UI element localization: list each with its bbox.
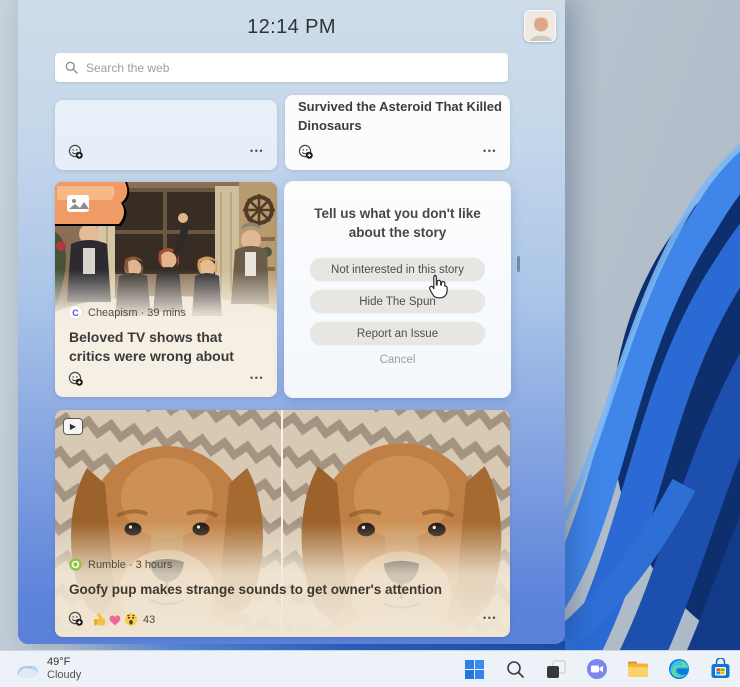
add-reaction-button[interactable] — [298, 144, 314, 160]
add-reaction-icon — [68, 371, 84, 387]
source-row: C Cheapism · 39 mins — [69, 306, 186, 319]
widgets-panel: 12:14 PM ••• — [18, 0, 565, 644]
taskbar-weather-widget[interactable]: 49°F Cloudy — [10, 654, 85, 684]
wallpaper-bloom — [552, 143, 740, 655]
play-glyph: ▶ — [69, 422, 77, 431]
weather-temperature: 49°F — [47, 656, 71, 668]
card-headline: Survived the Asteroid That Killed Dinosa… — [298, 99, 502, 133]
task-view-icon — [547, 660, 566, 678]
add-reaction-icon — [298, 144, 314, 160]
start-button[interactable] — [462, 657, 486, 681]
taskbar-icon-row — [462, 657, 732, 681]
more-options-button[interactable]: ••• — [250, 146, 264, 156]
source-label: Rumble · 3 hours — [88, 558, 173, 571]
taskbar: 49°F Cloudy — [0, 650, 740, 687]
feed-scrollbar[interactable] — [517, 256, 520, 272]
windows-start-icon — [464, 659, 484, 679]
reaction-count: 43 — [143, 613, 156, 626]
thumbnail-fade — [55, 270, 277, 332]
add-reaction-button[interactable] — [68, 144, 84, 160]
search-input[interactable] — [86, 60, 498, 75]
add-reaction-icon — [68, 611, 84, 627]
chat-icon — [587, 659, 607, 679]
more-options-button[interactable]: ••• — [483, 146, 497, 156]
search-icon — [506, 660, 524, 678]
not-interested-button[interactable]: Not interested in this story — [310, 258, 485, 281]
web-search-bar[interactable] — [55, 53, 508, 82]
taskbar-search-button[interactable] — [503, 657, 527, 681]
avatar-face-icon — [525, 11, 555, 41]
source-label: Cheapism · 39 mins — [88, 306, 186, 319]
add-reaction-button[interactable] — [68, 611, 84, 627]
user-avatar[interactable] — [524, 10, 556, 42]
more-options-button[interactable]: ••• — [250, 373, 264, 383]
card-headline: Beloved TV shows that critics were wrong… — [69, 329, 234, 364]
task-view-button[interactable] — [544, 657, 568, 681]
reaction-row: ••• — [285, 144, 510, 162]
more-options-button[interactable]: ••• — [483, 613, 497, 623]
cancel-button[interactable]: Cancel — [285, 354, 510, 366]
news-card-asteroid[interactable]: Survived the Asteroid That Killed Dinosa… — [285, 95, 510, 170]
reaction-summary[interactable]: 43 — [93, 612, 155, 627]
cheapism-logo-icon: C — [69, 306, 82, 319]
card-headline: Goofy pup makes strange sounds to get ow… — [69, 582, 443, 597]
rumble-logo-icon — [69, 558, 82, 571]
news-card-partial[interactable]: ••• — [55, 100, 277, 170]
reaction-row: ••• — [55, 371, 277, 389]
search-icon — [65, 61, 78, 74]
story-feedback-card: Tell us what you don't like about the st… — [285, 182, 510, 397]
reaction-row: 43 ••• — [55, 611, 510, 629]
source-row: Rumble · 3 hours — [69, 558, 172, 571]
chat-button[interactable] — [585, 657, 609, 681]
desktop: 12:14 PM ••• — [0, 0, 740, 687]
panel-clock: 12:14 PM — [247, 16, 336, 38]
video-play-icon: ▶ — [63, 418, 83, 435]
cloudy-weather-icon — [17, 665, 38, 678]
news-card-dog-video[interactable]: ▶ Rumble · 3 hours Goofy pup makes stran… — [55, 410, 510, 637]
edge-icon — [669, 659, 689, 679]
feedback-title: Tell us what you don't like about the st… — [314, 206, 481, 240]
news-card-tv-shows[interactable]: C Cheapism · 39 mins Beloved TV shows th… — [55, 182, 277, 397]
reaction-row: ••• — [55, 144, 277, 162]
edge-button[interactable] — [667, 657, 691, 681]
microsoft-store-icon — [711, 658, 729, 678]
add-reaction-icon — [68, 144, 84, 160]
file-explorer-button[interactable] — [626, 657, 650, 681]
report-issue-button[interactable]: Report an Issue — [310, 322, 485, 345]
weather-condition: Cloudy — [47, 669, 82, 681]
reaction-emojis-icon — [94, 613, 138, 626]
hide-publisher-button[interactable]: Hide The Spun — [310, 290, 485, 313]
store-button[interactable] — [708, 657, 732, 681]
add-reaction-button[interactable] — [68, 371, 84, 387]
file-explorer-icon — [628, 661, 648, 677]
